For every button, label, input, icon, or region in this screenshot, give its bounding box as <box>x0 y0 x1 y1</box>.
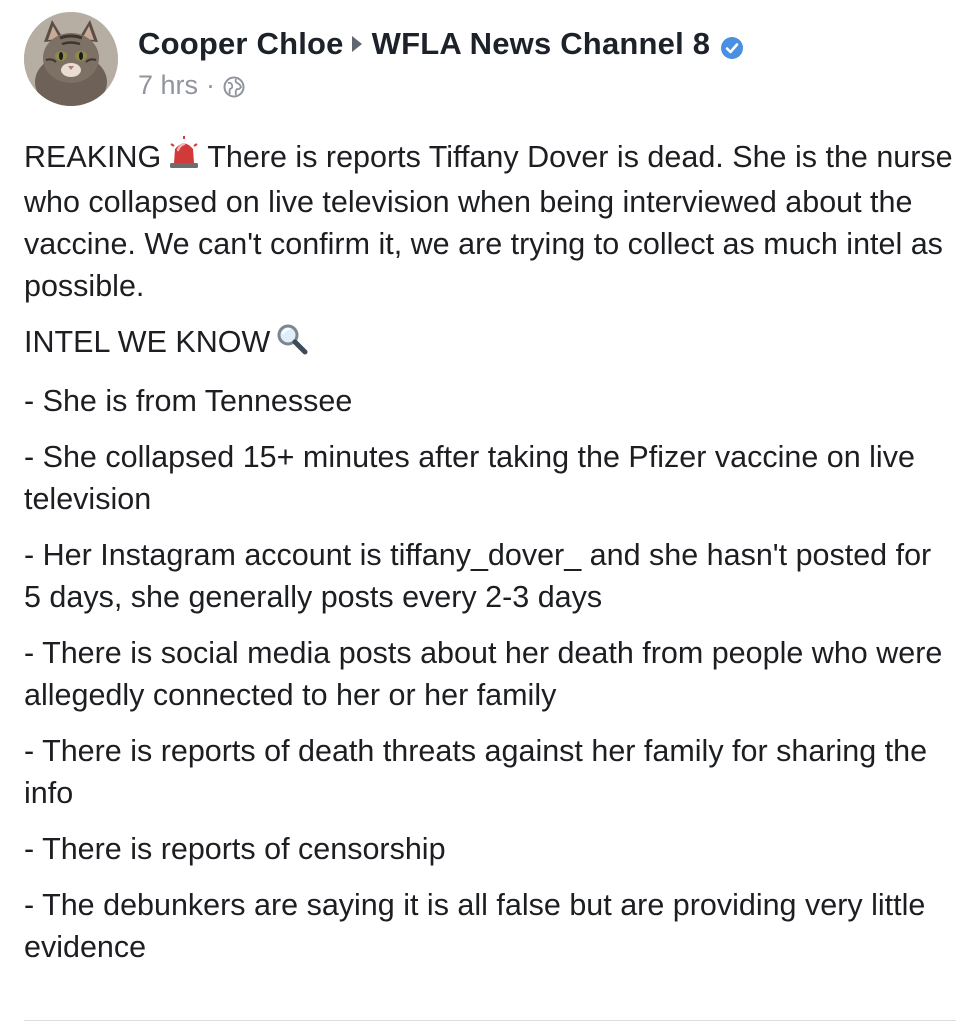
author-name-link[interactable]: Cooper Chloe <box>138 26 344 62</box>
bullet-item: - She is from Tennessee <box>24 383 353 418</box>
breaking-text: There is reports Tiffany Dover is dead. … <box>24 140 953 304</box>
bullet-item: - There is reports of death threats agai… <box>24 733 928 810</box>
post-names: Cooper Chloe WFLA News Channel 8 <box>138 26 744 62</box>
post-divider <box>24 1020 956 1021</box>
target-page-link[interactable]: WFLA News Channel 8 <box>372 26 711 62</box>
intel-heading: INTEL WE KNOW <box>24 321 954 365</box>
meta-separator: · <box>206 70 216 100</box>
breaking-prefix: REAKING <box>24 140 162 174</box>
avatar[interactable] <box>24 12 118 106</box>
intel-heading-text: INTEL WE KNOW <box>24 325 271 360</box>
bullet-item: - The debunkers are saying it is all fal… <box>24 887 926 964</box>
bullet-item: - There is reports of censorship <box>24 831 446 866</box>
bullet-item: - There is social media posts about her … <box>24 635 943 712</box>
post-header: Cooper Chloe WFLA News Channel 8 7 hrs · <box>24 12 956 112</box>
post-meta: 7 hrs · <box>138 70 744 100</box>
bullet-item: - Her Instagram account is tiffany_dover… <box>24 537 932 614</box>
magnifying-glass-icon <box>276 323 308 366</box>
verified-badge-icon <box>720 32 744 59</box>
siren-icon <box>167 136 201 181</box>
post-header-text: Cooper Chloe WFLA News Channel 8 7 hrs · <box>138 26 744 100</box>
post-timestamp[interactable]: 7 hrs <box>138 70 198 100</box>
post-body: REAKING There is reports Tiffany Dover i… <box>24 136 954 982</box>
posted-to-arrow-icon <box>351 36 362 52</box>
breaking-paragraph: REAKING There is reports Tiffany Dover i… <box>24 136 954 307</box>
globe-icon[interactable] <box>223 74 245 98</box>
bullet-item: - She collapsed 15+ minutes after taking… <box>24 439 915 516</box>
